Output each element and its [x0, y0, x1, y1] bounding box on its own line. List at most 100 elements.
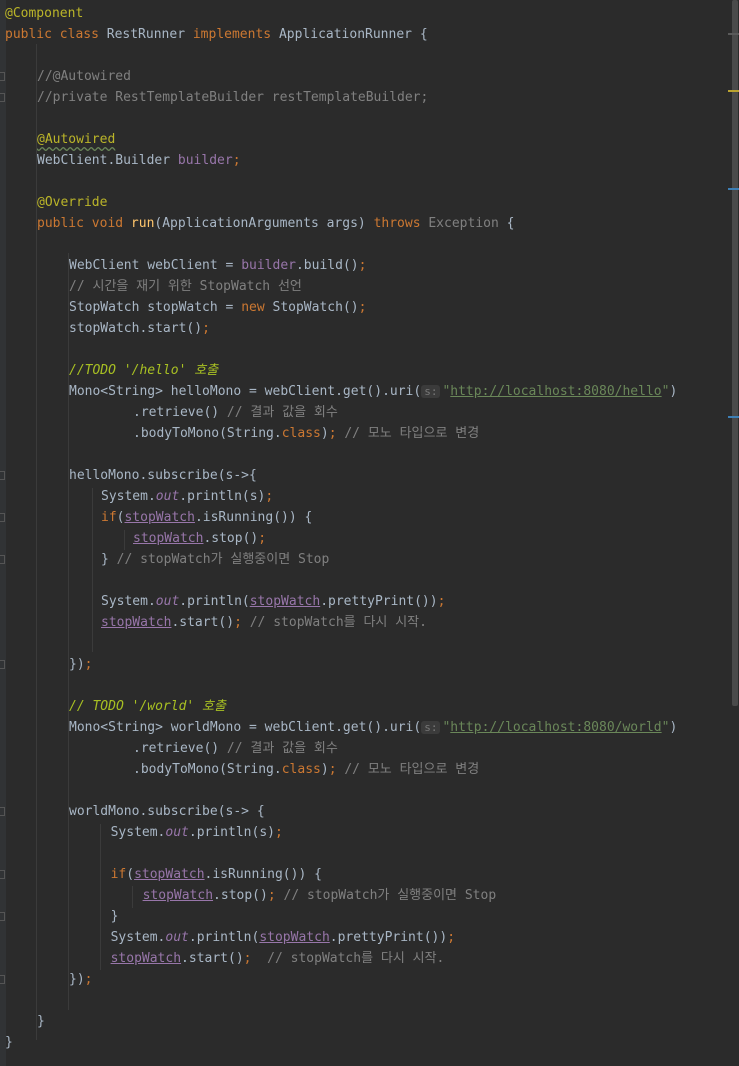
code-line[interactable]: } — [111, 906, 119, 927]
code-token: class — [281, 762, 321, 777]
code-token: // 결과 값을 회수 — [226, 405, 338, 420]
vertical-scrollbar[interactable] — [731, 0, 739, 1066]
parameter-hint: s: — [421, 385, 441, 398]
code-line[interactable]: .bodyToMono(String.class); // 모노 타입으로 변경 — [133, 423, 479, 444]
scrollbar-thumb[interactable] — [732, 0, 738, 706]
code-token: ; — [358, 258, 367, 273]
code-token: ; — [232, 153, 241, 168]
code-line[interactable]: System.out.println(stopWatch.prettyPrint… — [101, 591, 445, 612]
code-line[interactable]: @Autowired — [37, 129, 115, 150]
fold-marker[interactable] — [0, 513, 5, 522]
code-token: } — [5, 1035, 13, 1050]
code-line[interactable]: .retrieve() // 결과 값을 회수 — [133, 402, 338, 423]
code-token: System. — [110, 930, 166, 945]
indent-guide — [124, 530, 125, 550]
code-line[interactable]: WebClient webClient = builder.build(); — [69, 255, 366, 276]
code-token: .println( — [188, 930, 260, 945]
code-token: .stop() — [213, 888, 268, 903]
code-line[interactable]: stopWatch.start(); — [69, 318, 210, 339]
code-line[interactable]: stopWatch.start(); // stopWatch를 다시 시작. — [111, 948, 445, 969]
fold-marker[interactable] — [0, 807, 5, 816]
code-token: System. — [101, 594, 156, 609]
code-token: ; — [234, 615, 250, 630]
code-line[interactable]: WebClient.Builder builder; — [37, 150, 241, 171]
code-line[interactable]: //private RestTemplateBuilder restTempla… — [37, 87, 428, 108]
fold-marker[interactable] — [0, 555, 5, 564]
code-token: .retrieve() — [133, 741, 227, 756]
code-token: ; — [265, 489, 274, 504]
code-token: @Autowired — [37, 132, 116, 147]
code-line[interactable]: Mono<String> worldMono = webClient.get()… — [69, 717, 677, 738]
code-token: .isRunning()) { — [204, 867, 322, 882]
code-token: }) — [69, 657, 85, 672]
code-line[interactable]: // TODO '/world' 호출 — [69, 696, 226, 717]
code-token: ) — [669, 384, 678, 399]
code-line[interactable]: stopWatch.stop(); // stopWatch가 실행중이면 St… — [143, 885, 497, 906]
code-token: .start() — [171, 615, 235, 630]
code-token: .start() — [181, 951, 244, 966]
code-token: .retrieve() — [133, 405, 227, 420]
fold-marker[interactable] — [0, 93, 5, 102]
code-line[interactable]: helloMono.subscribe(s->{ — [69, 465, 257, 486]
code-token: http://localhost:8080/world — [450, 720, 662, 735]
code-token: Exception — [428, 216, 499, 231]
code-token: stopWatch — [142, 888, 214, 903]
code-line[interactable]: System.out.println(s); — [101, 486, 273, 507]
code-line[interactable]: if(stopWatch.isRunning()) { — [101, 507, 312, 528]
code-line[interactable]: .retrieve() // 결과 값을 회수 — [133, 738, 338, 759]
info-stripe-marker[interactable] — [728, 416, 739, 418]
code-line[interactable]: .bodyToMono(String.class); // 모노 타입으로 변경 — [133, 759, 479, 780]
code-token: public void — [37, 216, 131, 231]
code-line[interactable]: public void run(ApplicationArguments arg… — [37, 213, 514, 234]
code-line[interactable]: } — [5, 1032, 13, 1053]
code-line[interactable]: @Component — [5, 3, 83, 24]
editor-gutter[interactable] — [0, 0, 6, 1066]
error-stripe-marker[interactable] — [728, 33, 739, 35]
code-token: // stopWatch가 실행중이면 Stop — [116, 552, 330, 567]
code-token: builder — [241, 258, 296, 273]
code-editor[interactable]: @Component public class RestRunner implem… — [0, 0, 739, 1066]
code-token: stopWatch — [259, 930, 330, 945]
code-line[interactable]: } — [37, 1011, 45, 1032]
code-line[interactable]: stopWatch.stop(); — [133, 528, 266, 549]
fold-marker[interactable] — [0, 870, 5, 879]
code-line[interactable]: //TODO '/hello' 호출 — [69, 360, 218, 381]
code-token: // 시간을 재기 위한 StopWatch 선언 — [69, 279, 302, 294]
code-token: ; — [267, 888, 284, 903]
code-token: //TODO '/hello' 호출 — [69, 363, 219, 378]
fold-marker[interactable] — [0, 975, 5, 984]
code-token: .println(s) — [179, 489, 266, 504]
code-token: ; — [328, 426, 345, 441]
code-line[interactable]: } // stopWatch가 실행중이면 Stop — [101, 549, 329, 570]
indent-guide — [100, 824, 101, 970]
fold-marker[interactable] — [0, 912, 5, 921]
code-token: //private RestTemplateBuilder restTempla… — [37, 90, 429, 105]
code-line[interactable]: if(stopWatch.isRunning()) { — [111, 864, 322, 885]
code-line[interactable]: }); — [69, 654, 92, 675]
code-token: run — [130, 216, 155, 231]
code-line[interactable]: System.out.println(s); — [111, 822, 283, 843]
code-line[interactable]: System.out.println(stopWatch.prettyPrint… — [111, 927, 455, 948]
code-line[interactable]: // 시간을 재기 위한 StopWatch 선언 — [69, 276, 302, 297]
fold-marker[interactable] — [0, 72, 5, 81]
code-token: } — [101, 552, 117, 567]
warning-stripe-marker[interactable] — [728, 90, 739, 92]
code-line[interactable]: public class RestRunner implements Appli… — [5, 24, 428, 45]
code-line[interactable]: @Override — [37, 192, 107, 213]
code-token: .prettyPrint()) — [320, 594, 438, 609]
code-token: if — [110, 867, 127, 882]
fold-marker[interactable] — [0, 660, 5, 669]
code-line[interactable]: Mono<String> helloMono = webClient.get()… — [69, 381, 677, 402]
code-token: ; — [243, 951, 268, 966]
fold-marker[interactable] — [0, 471, 5, 480]
code-token: public class — [5, 27, 107, 42]
code-token: stopWatch — [101, 615, 172, 630]
code-line[interactable]: }); — [69, 969, 92, 990]
code-line[interactable]: StopWatch stopWatch = new StopWatch(); — [69, 297, 366, 318]
code-line[interactable]: //@Autowired — [37, 66, 131, 87]
code-line[interactable]: worldMono.subscribe(s-> { — [69, 801, 265, 822]
code-token: ; — [84, 657, 93, 672]
code-token: stopWatch.start() — [69, 321, 203, 336]
info-stripe-marker[interactable] — [728, 188, 739, 190]
code-line[interactable]: stopWatch.start(); // stopWatch를 다시 시작. — [101, 612, 427, 633]
